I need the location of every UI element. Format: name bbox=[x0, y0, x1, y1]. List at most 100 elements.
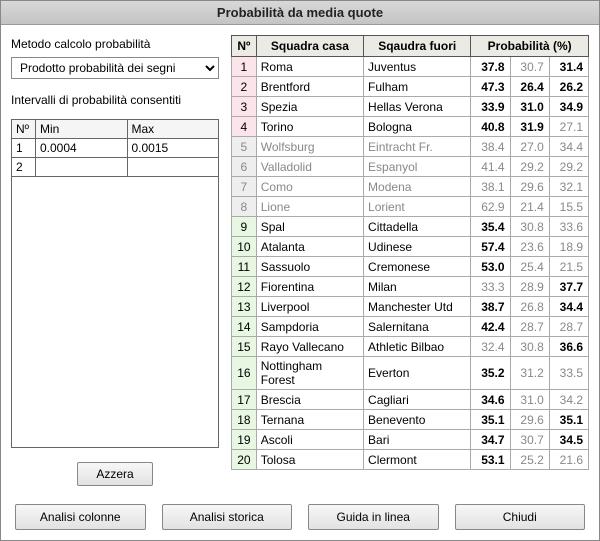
intervals-row[interactable]: 10.00040.0015 bbox=[12, 139, 219, 158]
table-row[interactable]: 2BrentfordFulham47.326.426.2 bbox=[232, 77, 589, 97]
method-label: Metodo calcolo probabilità bbox=[11, 37, 219, 51]
match-home: Ternana bbox=[256, 410, 363, 430]
match-num: 12 bbox=[232, 277, 257, 297]
match-num: 15 bbox=[232, 337, 257, 357]
intervals-cell-max[interactable] bbox=[127, 158, 219, 177]
match-away: Cremonese bbox=[364, 257, 471, 277]
match-prob-2: 34.9 bbox=[549, 97, 588, 117]
match-away: Everton bbox=[364, 357, 471, 390]
match-away: Juventus bbox=[364, 57, 471, 77]
match-prob-x: 25.4 bbox=[510, 257, 549, 277]
titlebar: Probabilità da media quote bbox=[1, 1, 599, 25]
match-home: Rayo Vallecano bbox=[256, 337, 363, 357]
table-row[interactable]: 9SpalCittadella35.430.833.6 bbox=[232, 217, 589, 237]
intervals-cell-min[interactable]: 0.0004 bbox=[36, 139, 128, 158]
intervals-header-min: Min bbox=[36, 120, 128, 139]
match-home: Spal bbox=[256, 217, 363, 237]
intervals-wrap: Nº Min Max 10.00040.00152 bbox=[11, 119, 219, 448]
match-num: 9 bbox=[232, 217, 257, 237]
match-prob-1: 57.4 bbox=[471, 237, 510, 257]
match-away: Clermont bbox=[364, 450, 471, 470]
match-away: Milan bbox=[364, 277, 471, 297]
match-away: Athletic Bilbao bbox=[364, 337, 471, 357]
match-prob-1: 53.0 bbox=[471, 257, 510, 277]
table-row[interactable]: 4TorinoBologna40.831.927.1 bbox=[232, 117, 589, 137]
match-prob-x: 31.0 bbox=[510, 97, 549, 117]
match-prob-2: 27.1 bbox=[549, 117, 588, 137]
match-prob-1: 41.4 bbox=[471, 157, 510, 177]
match-away: Lorient bbox=[364, 197, 471, 217]
table-row[interactable]: 20TolosaClermont53.125.221.6 bbox=[232, 450, 589, 470]
table-row[interactable]: 10AtalantaUdinese57.423.618.9 bbox=[232, 237, 589, 257]
match-prob-2: 34.4 bbox=[549, 137, 588, 157]
match-home: Valladolid bbox=[256, 157, 363, 177]
match-home: Sampdoria bbox=[256, 317, 363, 337]
chiudi-button[interactable]: Chiudi bbox=[455, 504, 586, 530]
match-prob-2: 33.5 bbox=[549, 357, 588, 390]
match-prob-2: 35.1 bbox=[549, 410, 588, 430]
intervals-blank-area[interactable] bbox=[11, 177, 219, 448]
match-away: Salernitana bbox=[364, 317, 471, 337]
guida-button[interactable]: Guida in linea bbox=[308, 504, 439, 530]
table-row[interactable]: 17BresciaCagliari34.631.034.2 bbox=[232, 390, 589, 410]
match-prob-1: 62.9 bbox=[471, 197, 510, 217]
match-away: Bari bbox=[364, 430, 471, 450]
table-row[interactable]: 13LiverpoolManchester Utd38.726.834.4 bbox=[232, 297, 589, 317]
table-row[interactable]: 16Nottingham ForestEverton35.231.233.5 bbox=[232, 357, 589, 390]
match-prob-x: 21.4 bbox=[510, 197, 549, 217]
match-prob-1: 53.1 bbox=[471, 450, 510, 470]
match-prob-1: 35.4 bbox=[471, 217, 510, 237]
matches-header-away: Sqaudra fuori bbox=[364, 36, 471, 57]
analisi-colonne-button[interactable]: Analisi colonne bbox=[15, 504, 146, 530]
intervals-cell-n[interactable]: 2 bbox=[12, 158, 36, 177]
table-row[interactable]: 5WolfsburgEintracht Fr.38.427.034.4 bbox=[232, 137, 589, 157]
table-row[interactable]: 18TernanaBenevento35.129.635.1 bbox=[232, 410, 589, 430]
match-num: 10 bbox=[232, 237, 257, 257]
match-num: 13 bbox=[232, 297, 257, 317]
table-row[interactable]: 7ComoModena38.129.632.1 bbox=[232, 177, 589, 197]
matches-header-prob: Probabilità (%) bbox=[471, 36, 589, 57]
match-away: Cittadella bbox=[364, 217, 471, 237]
analisi-storica-button[interactable]: Analisi storica bbox=[162, 504, 293, 530]
match-home: Como bbox=[256, 177, 363, 197]
match-away: Manchester Utd bbox=[364, 297, 471, 317]
match-prob-1: 32.4 bbox=[471, 337, 510, 357]
window-title: Probabilità da media quote bbox=[217, 5, 383, 20]
match-prob-2: 18.9 bbox=[549, 237, 588, 257]
match-num: 7 bbox=[232, 177, 257, 197]
match-num: 19 bbox=[232, 430, 257, 450]
table-row[interactable]: 19AscoliBari34.730.734.5 bbox=[232, 430, 589, 450]
match-prob-x: 29.6 bbox=[510, 410, 549, 430]
match-prob-x: 28.7 bbox=[510, 317, 549, 337]
match-prob-x: 27.0 bbox=[510, 137, 549, 157]
match-prob-2: 34.2 bbox=[549, 390, 588, 410]
match-away: Bologna bbox=[364, 117, 471, 137]
intervals-row[interactable]: 2 bbox=[12, 158, 219, 177]
table-row[interactable]: 3SpeziaHellas Verona33.931.034.9 bbox=[232, 97, 589, 117]
match-prob-x: 23.6 bbox=[510, 237, 549, 257]
match-home: Lione bbox=[256, 197, 363, 217]
match-home: Liverpool bbox=[256, 297, 363, 317]
table-row[interactable]: 8LioneLorient62.921.415.5 bbox=[232, 197, 589, 217]
match-home: Fiorentina bbox=[256, 277, 363, 297]
match-prob-x: 29.2 bbox=[510, 157, 549, 177]
table-row[interactable]: 12FiorentinaMilan33.328.937.7 bbox=[232, 277, 589, 297]
match-away: Udinese bbox=[364, 237, 471, 257]
method-select[interactable]: Prodotto probabilità dei segni bbox=[11, 57, 219, 79]
match-num: 1 bbox=[232, 57, 257, 77]
table-row[interactable]: 11SassuoloCremonese53.025.421.5 bbox=[232, 257, 589, 277]
match-prob-2: 34.5 bbox=[549, 430, 588, 450]
match-prob-1: 38.4 bbox=[471, 137, 510, 157]
table-row[interactable]: 1RomaJuventus37.830.731.4 bbox=[232, 57, 589, 77]
matches-header-home: Squadra casa bbox=[256, 36, 363, 57]
table-row[interactable]: 15Rayo VallecanoAthletic Bilbao32.430.83… bbox=[232, 337, 589, 357]
table-row[interactable]: 6ValladolidEspanyol41.429.229.2 bbox=[232, 157, 589, 177]
azzera-button[interactable]: Azzera bbox=[77, 462, 152, 486]
intervals-cell-n[interactable]: 1 bbox=[12, 139, 36, 158]
intervals-cell-max[interactable]: 0.0015 bbox=[127, 139, 219, 158]
match-away: Fulham bbox=[364, 77, 471, 97]
intervals-cell-min[interactable] bbox=[36, 158, 128, 177]
table-row[interactable]: 14SampdoriaSalernitana42.428.728.7 bbox=[232, 317, 589, 337]
match-home: Atalanta bbox=[256, 237, 363, 257]
match-num: 2 bbox=[232, 77, 257, 97]
